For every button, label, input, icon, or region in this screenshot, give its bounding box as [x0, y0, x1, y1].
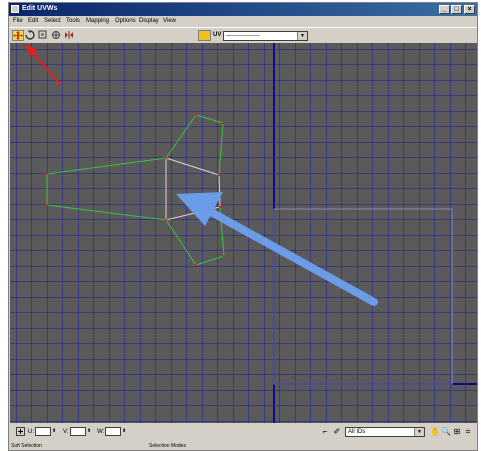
uv-grid-canvas[interactable]: [10, 43, 477, 423]
pan-icon[interactable]: ✋: [430, 427, 440, 437]
status-bar: U: ⬍ V: ⬍ W: ⬍ ⌐ ✐ All IDs ▼ ✋ 🔍 ⊞ ⌗: [9, 424, 477, 440]
checker-swatch-button[interactable]: [198, 30, 211, 41]
menu-display[interactable]: Display: [139, 18, 159, 24]
brush-icon[interactable]: ✐: [332, 427, 342, 437]
toolbar: UV ----------------- ▼: [9, 27, 477, 43]
menu-bar: File Edit Select Tools Mapping Options D…: [9, 16, 477, 27]
lock-selection-button[interactable]: [16, 427, 25, 436]
edit-uvws-window: Edit UVWs _ □ × File Edit Select Tools M…: [8, 2, 478, 451]
map-dropdown-value: -----------------: [226, 33, 260, 39]
chevron-down-icon: ▼: [297, 32, 307, 40]
selection-modes-label[interactable]: Selection Modes: [149, 443, 186, 449]
soft-selection-label[interactable]: Soft Selection: [11, 443, 42, 449]
uv-label: UV: [213, 32, 222, 38]
zoom-region-icon[interactable]: ⊞: [452, 427, 462, 437]
w-label: W:: [97, 429, 105, 435]
map-dropdown[interactable]: ----------------- ▼: [223, 31, 308, 41]
close-button[interactable]: ×: [464, 5, 475, 14]
v-label: V:: [63, 429, 69, 435]
plus-icon: [18, 429, 23, 434]
v-input[interactable]: [70, 427, 86, 436]
menu-select[interactable]: Select: [44, 18, 61, 24]
zoom-icon[interactable]: 🔍: [441, 427, 451, 437]
snap-icon[interactable]: ⌐: [320, 427, 330, 437]
u-spinner-icon[interactable]: ⬍: [52, 427, 57, 436]
u-input[interactable]: [35, 427, 51, 436]
v-spinner-icon[interactable]: ⬍: [87, 427, 92, 436]
minimize-button[interactable]: _: [439, 5, 450, 14]
bottom-panels: Soft Selection Selection Modes: [9, 441, 477, 451]
w-input[interactable]: [105, 427, 121, 436]
menu-edit[interactable]: Edit: [28, 18, 38, 24]
u-label: U:: [28, 429, 34, 435]
maximize-button[interactable]: □: [451, 5, 462, 14]
red-annotation-arrow: [25, 44, 62, 86]
menu-view[interactable]: View: [163, 18, 176, 24]
menu-options[interactable]: Options: [115, 18, 136, 24]
app-icon: [11, 5, 19, 13]
menu-mapping[interactable]: Mapping: [86, 18, 109, 24]
window-title: Edit UVWs: [22, 5, 58, 12]
zoom-extents-icon[interactable]: ⌗: [463, 427, 473, 437]
ids-dropdown[interactable]: All IDs ▼: [345, 427, 425, 437]
uv-viewport[interactable]: [10, 43, 477, 423]
w-spinner-icon[interactable]: ⬍: [122, 427, 127, 436]
menu-file[interactable]: File: [13, 18, 23, 24]
chevron-down-icon: ▼: [414, 428, 424, 436]
title-bar[interactable]: Edit UVWs _ □ ×: [9, 3, 477, 16]
ids-dropdown-value: All IDs: [348, 429, 366, 435]
menu-tools[interactable]: Tools: [66, 18, 80, 24]
